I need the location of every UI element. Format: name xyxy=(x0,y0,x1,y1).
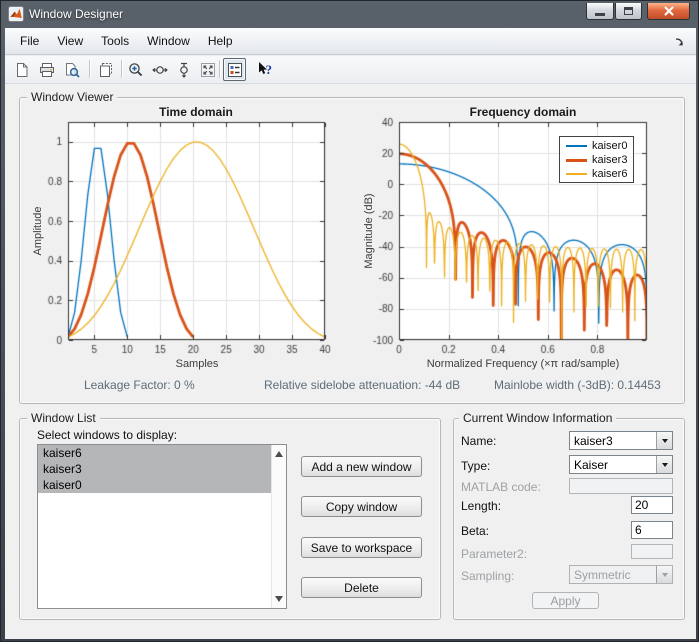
legend-icon xyxy=(227,62,242,77)
type-combobox-value: Kaiser xyxy=(574,458,609,472)
matlab-figure-icon xyxy=(8,6,24,22)
menu-item-view[interactable]: View xyxy=(48,28,92,54)
dock-arrow-icon[interactable] xyxy=(674,36,686,48)
apply-button: Apply xyxy=(532,592,599,609)
sampling-label: Sampling: xyxy=(461,569,515,583)
menu-bar: File View Tools Window Help xyxy=(5,28,696,55)
time-domain-plot[interactable] xyxy=(31,116,341,366)
list-item-kaiser0[interactable]: kaiser0 xyxy=(38,477,286,493)
print-preview-button[interactable] xyxy=(60,58,83,81)
restore-view-button[interactable] xyxy=(196,58,219,81)
close-icon xyxy=(663,6,674,16)
context-help-button[interactable]: ? xyxy=(253,58,276,81)
print-button[interactable] xyxy=(35,58,58,81)
copy-icon xyxy=(99,62,112,77)
length-field[interactable] xyxy=(631,496,673,514)
window-designer-window: Window Designer File View Tools Window H… xyxy=(0,0,699,642)
menu-item-tools[interactable]: Tools xyxy=(92,28,138,54)
svg-text:?: ? xyxy=(265,62,272,77)
parameter2-field xyxy=(631,544,673,559)
save-to-workspace-button[interactable]: Save to workspace xyxy=(301,537,422,558)
window-listbox[interactable]: kaiser6 kaiser3 kaiser0 xyxy=(37,444,287,609)
sidelobe-attenuation-status: Relative sidelobe attenuation: -44 dB xyxy=(264,378,461,392)
window-list-label: Window List xyxy=(27,411,100,425)
list-item-kaiser6[interactable]: kaiser6 xyxy=(38,445,286,461)
zoom-y-button[interactable] xyxy=(172,58,195,81)
toggle-legend-button[interactable] xyxy=(223,58,246,81)
print-preview-icon xyxy=(65,62,80,78)
toolbar-separator xyxy=(219,60,220,78)
listbox-scrollbar[interactable] xyxy=(271,445,286,608)
chevron-down-icon[interactable] xyxy=(656,432,672,449)
legend-entry-kaiser3: kaiser3 xyxy=(560,153,633,167)
sampling-combobox: Symmetric xyxy=(569,565,673,584)
name-label: Name: xyxy=(461,434,497,448)
legend-label: kaiser0 xyxy=(592,139,628,152)
new-document-icon xyxy=(16,62,27,77)
plot-legend[interactable]: kaiser0 kaiser3 kaiser6 xyxy=(559,136,634,183)
name-combobox-value: kaiser3 xyxy=(574,434,613,448)
legend-line-sample xyxy=(566,173,587,175)
frequency-ylabel: Magnitude (dB) xyxy=(363,193,375,269)
chevron-down-icon[interactable] xyxy=(656,456,672,473)
length-label: Length: xyxy=(461,499,502,513)
toolbar-separator xyxy=(89,60,90,78)
legend-entry-kaiser0: kaiser0 xyxy=(560,139,633,153)
maximize-button[interactable] xyxy=(615,3,642,20)
legend-line-sample xyxy=(566,158,587,162)
matlab-code-field xyxy=(569,478,673,494)
time-xlabel: Samples xyxy=(175,358,219,370)
zoom-y-icon xyxy=(179,62,188,78)
current-window-info-label: Current Window Information xyxy=(459,411,617,425)
mainlobe-width-status: Mainlobe width (-3dB): 0.14453 xyxy=(494,378,661,392)
zoom-in-icon xyxy=(128,62,142,76)
add-new-window-button[interactable]: Add a new window xyxy=(301,456,422,477)
toolbar: ? xyxy=(5,56,696,84)
beta-field[interactable] xyxy=(631,521,673,539)
toolbar-separator xyxy=(121,60,122,78)
menu-item-help[interactable]: Help xyxy=(199,28,242,54)
sampling-combobox-value: Symmetric xyxy=(574,568,631,582)
zoom-x-button[interactable] xyxy=(148,58,171,81)
parameter2-label: Parameter2: xyxy=(461,547,528,561)
scroll-down-icon[interactable] xyxy=(275,596,283,602)
scroll-up-icon[interactable] xyxy=(275,451,283,457)
type-combobox[interactable]: Kaiser xyxy=(569,455,673,474)
frequency-xlabel: Normalized Frequency (×π rad/sample) xyxy=(426,358,620,370)
close-button[interactable] xyxy=(647,3,690,20)
minimize-icon xyxy=(595,13,605,16)
time-ylabel: Amplitude xyxy=(32,206,44,256)
help-pointer-icon: ? xyxy=(258,62,272,77)
print-icon xyxy=(39,62,54,77)
legend-entry-kaiser6: kaiser6 xyxy=(560,167,633,181)
menu-item-window[interactable]: Window xyxy=(138,28,199,54)
copy-figure-button[interactable] xyxy=(94,58,117,81)
matlab-code-label: MATLAB code: xyxy=(461,480,541,494)
legend-label: kaiser6 xyxy=(592,167,628,180)
minimize-button[interactable] xyxy=(586,3,614,20)
zoom-x-icon xyxy=(151,65,168,74)
chevron-down-icon xyxy=(656,566,672,583)
zoom-in-button[interactable] xyxy=(124,58,147,81)
maximize-icon xyxy=(624,7,633,15)
legend-line-sample xyxy=(566,145,587,147)
new-figure-button[interactable] xyxy=(10,58,33,81)
type-label: Type: xyxy=(461,459,491,473)
legend-label: kaiser3 xyxy=(592,153,628,166)
window-list-prompt: Select windows to display: xyxy=(37,428,178,442)
copy-window-button[interactable]: Copy window xyxy=(301,496,422,517)
list-item-kaiser3[interactable]: kaiser3 xyxy=(38,461,286,477)
menu-item-file[interactable]: File xyxy=(11,28,48,54)
window-viewer-label: Window Viewer xyxy=(27,90,118,104)
delete-button[interactable]: Delete xyxy=(301,577,422,598)
leakage-factor-status: Leakage Factor: 0 % xyxy=(84,378,195,392)
beta-label: Beta: xyxy=(461,524,490,538)
name-combobox[interactable]: kaiser3 xyxy=(569,431,673,450)
window-title: Window Designer xyxy=(29,7,124,21)
full-extent-icon xyxy=(200,62,215,77)
